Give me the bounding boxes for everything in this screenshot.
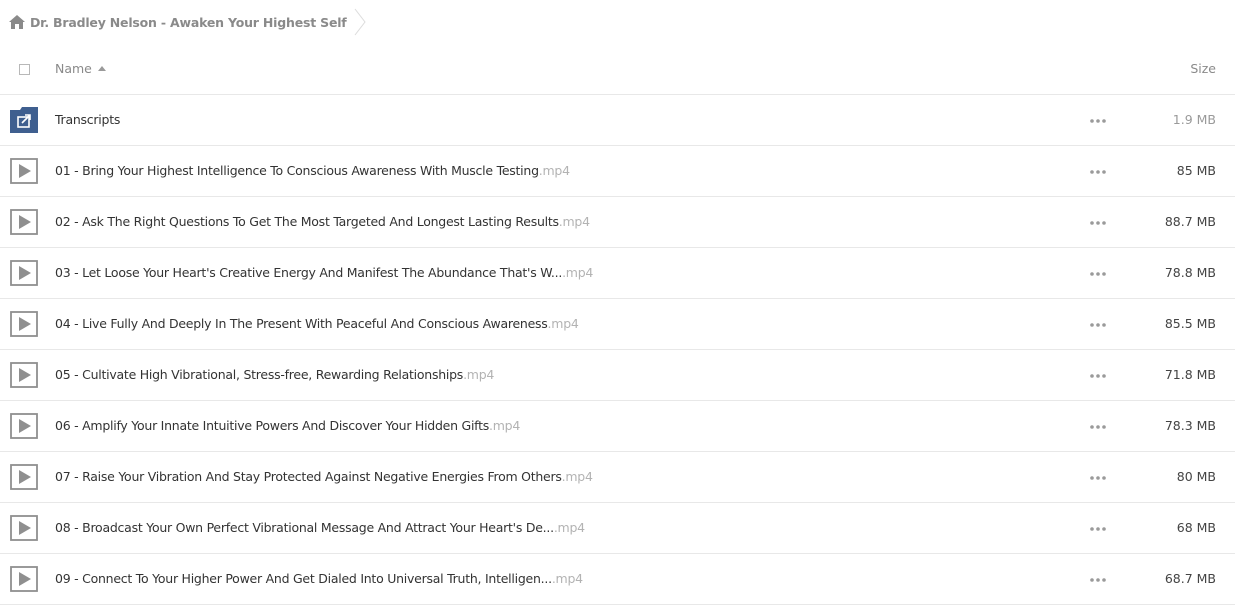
file-row[interactable]: 01 - Bring Your Highest Intelligence To … [0, 146, 1235, 197]
breadcrumb: Dr. Bradley Nelson - Awaken Your Highest… [9, 8, 367, 36]
file-name[interactable]: 02 - Ask The Right Questions To Get The … [55, 214, 590, 229]
file-size: 68 MB [1176, 520, 1216, 535]
file-extension: .mp4 [538, 163, 570, 178]
breadcrumb-current-folder[interactable]: Dr. Bradley Nelson - Awaken Your Highest… [30, 15, 347, 30]
video-file-icon[interactable] [10, 413, 38, 439]
file-name-base: 03 - Let Loose Your Heart's Creative Ene… [55, 265, 563, 280]
video-file-icon[interactable] [10, 209, 38, 235]
video-file-icon[interactable] [10, 515, 38, 541]
file-size: 68.7 MB [1164, 571, 1216, 586]
size-column-header[interactable]: Size [1190, 61, 1216, 76]
file-row[interactable]: 07 - Raise Your Vibration And Stay Prote… [0, 452, 1235, 503]
file-row[interactable]: 02 - Ask The Right Questions To Get The … [0, 197, 1235, 248]
more-options-icon[interactable] [1090, 221, 1106, 225]
file-list: Transcripts 1.9 MB 01 - Bring Your Highest… [0, 95, 1235, 605]
file-name-base: 07 - Raise Your Vibration And Stay Prote… [55, 469, 562, 484]
video-file-icon[interactable] [10, 362, 38, 388]
file-name[interactable]: 07 - Raise Your Vibration And Stay Prote… [55, 469, 593, 484]
file-extension: .mp4 [489, 418, 521, 433]
file-extension: .mp4 [558, 214, 590, 229]
more-options-icon[interactable] [1090, 476, 1106, 480]
file-extension: .mp4 [562, 265, 594, 280]
file-size: 80 MB [1176, 469, 1216, 484]
shared-folder-icon[interactable] [10, 107, 38, 133]
more-options-icon[interactable] [1090, 323, 1106, 327]
more-options-icon[interactable] [1090, 578, 1106, 582]
file-row[interactable]: 05 - Cultivate High Vibrational, Stress-… [0, 350, 1235, 401]
more-options-icon[interactable] [1090, 527, 1106, 531]
file-name[interactable]: 03 - Let Loose Your Heart's Creative Ene… [55, 265, 593, 280]
file-size: 88.7 MB [1164, 214, 1216, 229]
file-row[interactable]: 09 - Connect To Your Higher Power And Ge… [0, 554, 1235, 605]
file-row[interactable]: 06 - Amplify Your Innate Intuitive Power… [0, 401, 1235, 452]
file-name-base: 09 - Connect To Your Higher Power And Ge… [55, 571, 552, 586]
file-extension: .mp4 [463, 367, 495, 382]
file-extension: .mp4 [561, 469, 593, 484]
name-column-label: Name [55, 61, 92, 76]
more-options-icon[interactable] [1090, 425, 1106, 429]
file-name-base: Transcripts [55, 112, 121, 127]
file-name-base: 05 - Cultivate High Vibrational, Stress-… [55, 367, 464, 382]
file-name-base: 04 - Live Fully And Deeply In The Presen… [55, 316, 548, 331]
video-file-icon[interactable] [10, 311, 38, 337]
home-icon[interactable] [9, 15, 25, 29]
file-name[interactable]: Transcripts [55, 112, 120, 127]
video-file-icon[interactable] [10, 158, 38, 184]
file-extension: .mp4 [547, 316, 579, 331]
file-size: 78.3 MB [1164, 418, 1216, 433]
file-name-base: 01 - Bring Your Highest Intelligence To … [55, 163, 539, 178]
file-name[interactable]: 05 - Cultivate High Vibrational, Stress-… [55, 367, 494, 382]
file-name-base: 02 - Ask The Right Questions To Get The … [55, 214, 559, 229]
list-header: Name Size [0, 44, 1235, 95]
file-size: 78.8 MB [1164, 265, 1216, 280]
file-size: 1.9 MB [1172, 112, 1216, 127]
file-name[interactable]: 09 - Connect To Your Higher Power And Ge… [55, 571, 583, 586]
video-file-icon[interactable] [10, 260, 38, 286]
more-options-icon[interactable] [1090, 170, 1106, 174]
file-row[interactable]: Transcripts 1.9 MB [0, 95, 1235, 146]
file-name-base: 06 - Amplify Your Innate Intuitive Power… [55, 418, 490, 433]
file-size: 85 MB [1176, 163, 1216, 178]
select-all-checkbox[interactable] [19, 64, 30, 75]
file-name[interactable]: 04 - Live Fully And Deeply In The Presen… [55, 316, 579, 331]
name-column-header[interactable]: Name [55, 61, 106, 76]
video-file-icon[interactable] [10, 464, 38, 490]
file-name[interactable]: 08 - Broadcast Your Own Perfect Vibratio… [55, 520, 585, 535]
more-options-icon[interactable] [1090, 272, 1106, 276]
file-name[interactable]: 06 - Amplify Your Innate Intuitive Power… [55, 418, 520, 433]
file-name[interactable]: 01 - Bring Your Highest Intelligence To … [55, 163, 570, 178]
file-extension: .mp4 [551, 571, 583, 586]
file-row[interactable]: 03 - Let Loose Your Heart's Creative Ene… [0, 248, 1235, 299]
breadcrumb-separator-icon [354, 8, 366, 36]
file-row[interactable]: 04 - Live Fully And Deeply In The Presen… [0, 299, 1235, 350]
more-options-icon[interactable] [1090, 119, 1106, 123]
more-options-icon[interactable] [1090, 374, 1106, 378]
file-row[interactable]: 08 - Broadcast Your Own Perfect Vibratio… [0, 503, 1235, 554]
file-size: 71.8 MB [1164, 367, 1216, 382]
sort-ascending-icon [97, 66, 106, 71]
file-name-base: 08 - Broadcast Your Own Perfect Vibratio… [55, 520, 554, 535]
video-file-icon[interactable] [10, 566, 38, 592]
file-extension: .mp4 [553, 520, 585, 535]
file-size: 85.5 MB [1164, 316, 1216, 331]
